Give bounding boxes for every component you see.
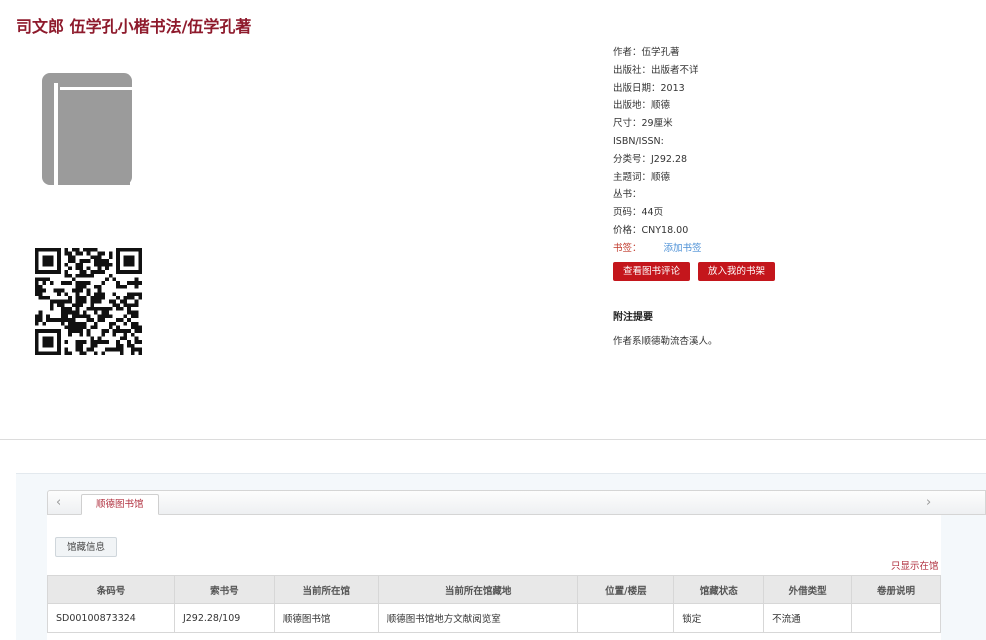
column-header: 馆藏状态 [673, 575, 765, 604]
column-header: 当前所在馆 [273, 575, 379, 604]
action-buttons: 查看图书评论 放入我的书架 [613, 262, 776, 281]
holdings-table: 条码号 索书号 当前所在馆 当前所在馆藏地 位置/楼层 馆藏状态 外借类型 卷册… [47, 575, 941, 633]
table-cell: 锁定 [673, 603, 765, 633]
show-available-link[interactable]: 只显示在馆 [891, 558, 939, 572]
meta-publisher: 出版社：出版者不详 [613, 64, 699, 76]
column-header: 当前所在馆藏地 [377, 575, 579, 604]
book-icon [42, 73, 132, 185]
tab-library[interactable]: 顺德图书馆 [81, 494, 159, 515]
meta-class: 分类号：J292.28 [613, 153, 688, 165]
tab-holdings-info[interactable]: 馆藏信息 [55, 537, 118, 557]
table-cell: 顺德图书馆 [273, 603, 379, 633]
table-cell [851, 603, 941, 633]
column-header: 位置/楼层 [577, 575, 675, 604]
column-header: 条码号 [47, 575, 175, 604]
add-bookmark-link[interactable]: 添加书签 [664, 243, 702, 254]
notes-text: 作者系顺德勒流杏溪人。 [613, 336, 718, 347]
view-reviews-button[interactable]: 查看图书评论 [613, 262, 691, 281]
chevron-left-icon[interactable]: ‹ [56, 495, 61, 510]
page-title: 司文郎 伍学孔小楷书法/伍学孔著 [16, 17, 252, 36]
meta-pages: 页码：44页 [613, 207, 664, 219]
meta-size: 尺寸：29厘米 [613, 118, 673, 130]
column-header: 索书号 [173, 575, 275, 604]
table-cell: J292.28/109 [173, 603, 275, 633]
add-to-shelf-button[interactable]: 放入我的书架 [698, 262, 776, 281]
table-cell [577, 603, 675, 633]
meta-price: 价格：CNY18.00 [613, 224, 689, 236]
table-cell: 不流通 [763, 603, 853, 633]
book-metadata: 作者：伍学孔著 出版社：出版者不详 出版日期：2013 出版地：顺德 尺寸：29… [613, 44, 973, 258]
section-divider [0, 439, 986, 440]
column-header: 外借类型 [763, 575, 853, 604]
table-cell: SD00100873324 [47, 603, 175, 633]
bookmark-row: 书签： 添加书签 [613, 240, 973, 258]
qr-code [35, 248, 142, 355]
meta-date: 出版日期：2013 [613, 82, 685, 94]
library-tabbar: ‹ › [47, 490, 986, 515]
chevron-right-icon[interactable]: › [926, 495, 931, 510]
meta-isbn: ISBN/ISSN: [613, 135, 664, 147]
table-cell: 顺德图书馆地方文献阅览室 [377, 603, 579, 633]
table-row: SD00100873324 J292.28/109 顺德图书馆 顺德图书馆地方文… [47, 603, 941, 633]
meta-series: 丛书： [613, 189, 642, 201]
table-header-row: 条码号 索书号 当前所在馆 当前所在馆藏地 位置/楼层 馆藏状态 外借类型 卷册… [47, 575, 941, 604]
meta-author: 作者：伍学孔著 [613, 47, 680, 58]
meta-place: 出版地：顺德 [613, 100, 671, 112]
meta-subject: 主题词：顺德 [613, 171, 671, 183]
notes-heading: 附注提要 [613, 312, 653, 323]
bookmark-label: 书签： [613, 242, 642, 254]
column-header: 卷册说明 [851, 575, 941, 604]
